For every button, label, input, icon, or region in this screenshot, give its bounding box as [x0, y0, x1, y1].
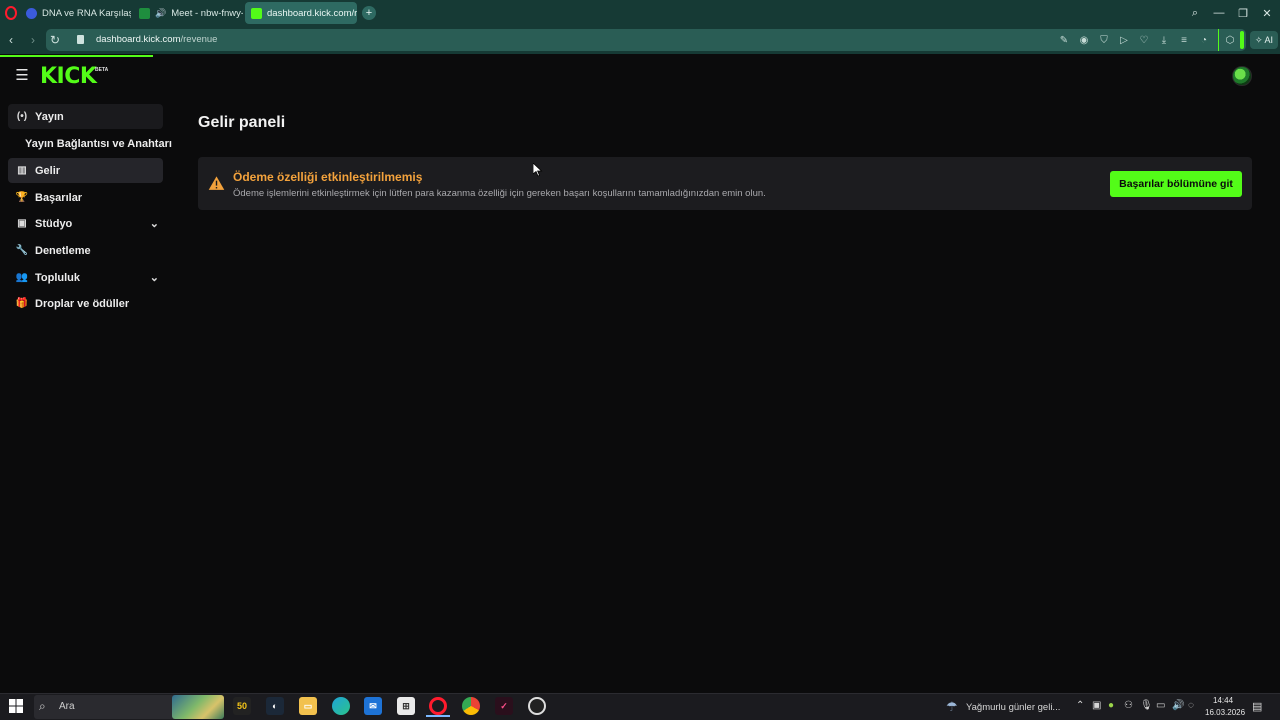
tray-usb-icon[interactable]: ⚇ [1124, 700, 1133, 711]
chevron-down-icon[interactable]: ⌄ [150, 271, 159, 284]
weather-text[interactable]: Yağmurlu günler geli... [966, 702, 1060, 713]
avatar[interactable] [1232, 66, 1252, 86]
close-icon[interactable]: ✕ [1258, 4, 1276, 22]
sidebar-item-denetleme[interactable]: 🔧 Denetleme [8, 238, 163, 263]
community-icon: 👥 [15, 272, 29, 283]
reload-icon[interactable]: ↻ [46, 31, 64, 49]
sidebar-item-label: Stüdyo [35, 217, 73, 230]
tab-dna-rna[interactable]: DNA ve RNA Karşılaştırma [20, 2, 131, 24]
mouse-cursor-icon [533, 163, 543, 177]
revenue-chart-icon: ▥ [17, 165, 27, 176]
forward-icon[interactable]: › [24, 31, 42, 49]
heart-icon[interactable]: ♡ [1137, 33, 1151, 47]
restore-icon[interactable]: ❐ [1234, 4, 1252, 22]
app-50-icon[interactable]: 50 [233, 697, 251, 715]
clock-time[interactable]: 14:44 [1213, 696, 1233, 705]
url-text[interactable]: dashboard.kick.com/revenue [96, 34, 217, 45]
tab-label: DNA ve RNA Karşılaştırma [42, 7, 131, 19]
sidebar-item-studyo[interactable]: ▣ Stüdyo ⌄ [8, 211, 163, 236]
broadcast-icon: (•) [16, 111, 28, 122]
search-tabs-icon[interactable]: ⌕ [1186, 4, 1204, 22]
sidebar-item-label: Gelir [35, 164, 61, 177]
edit-icon[interactable]: ✎ [1057, 33, 1071, 47]
chevron-down-icon[interactable]: ⌄ [150, 217, 159, 230]
tab-label: Meet - nbw-fnwy-nkr [171, 7, 243, 19]
sidebar-item-label: Başarılar [35, 191, 83, 204]
sidebar-item-gelir[interactable]: ▥ Gelir [8, 158, 163, 183]
extensions-icon[interactable]: ⬡ [1223, 33, 1237, 47]
volume-icon[interactable]: 🔊 [1172, 700, 1184, 711]
tab-meet[interactable]: 🔊 Meet - nbw-fnwy-nkr [133, 2, 243, 24]
ai-button[interactable]: ✧ AI [1250, 31, 1278, 49]
clock-date[interactable]: 16.03.2026 [1205, 708, 1245, 717]
tray-nvidia-icon[interactable]: ● [1108, 700, 1114, 711]
file-explorer-icon[interactable]: ▭ [299, 697, 317, 715]
beta-badge: BETA [95, 67, 109, 73]
studio-icon: ▣ [17, 218, 27, 229]
search-icon: ⌕ [39, 699, 46, 713]
camera-icon[interactable]: ◉ [1077, 33, 1091, 47]
new-tab-button[interactable]: + [362, 6, 376, 20]
tray-expand-icon[interactable]: ⌃ [1076, 700, 1084, 711]
back-icon[interactable]: ‹ [2, 31, 20, 49]
app-vee-icon[interactable]: ✓ [495, 697, 513, 715]
sidebar-item-yayin[interactable]: (•) Yayın [8, 104, 163, 129]
sidebar-item-label: Droplar ve ödüller [35, 297, 130, 310]
hamburger-menu-icon[interactable]: ☰ [14, 67, 30, 84]
gift-icon: 🎁 [15, 298, 29, 309]
chrome-icon[interactable] [462, 697, 480, 715]
sync-icon[interactable]: ◌ [1188, 700, 1194, 711]
url-host: dashboard.kick.com [96, 34, 181, 45]
tab-kick-dashboard[interactable]: dashboard.kick.com/reve [245, 2, 357, 24]
go-to-achievements-button[interactable]: Başarılar bölümüne git [1110, 171, 1242, 197]
shield-icon[interactable]: ⛉ [1097, 33, 1111, 47]
page-body [0, 57, 1280, 693]
sidebar-item-stream-key[interactable]: Yayın Bağlantısı ve Anahtarı [25, 138, 172, 150]
microphone-icon[interactable]: 🎙 [1140, 700, 1153, 711]
kick-favicon-icon [251, 7, 262, 19]
sidebar-indicator [1240, 31, 1244, 49]
windows-start-icon[interactable] [8, 698, 24, 714]
sidebar-item-label: Denetleme [35, 244, 91, 257]
obs-icon[interactable] [528, 697, 546, 715]
tab-favicon-icon [26, 7, 37, 19]
mail-icon[interactable]: ✉ [364, 697, 382, 715]
minimize-icon[interactable]: — [1210, 4, 1228, 22]
search-placeholder: Ara [59, 701, 75, 712]
profile-icon[interactable]: ◔ [1197, 33, 1211, 47]
network-icon[interactable]: ▭ [1156, 700, 1165, 711]
tab-label: dashboard.kick.com/reve [267, 7, 357, 19]
weather-rain-icon: ☂ [946, 699, 958, 714]
divider [1218, 29, 1219, 51]
store-icon[interactable]: ⊞ [397, 697, 415, 715]
ai-icon: ✧ [1254, 34, 1263, 45]
edge-icon[interactable] [332, 697, 350, 715]
sidebar-item-droplar[interactable]: 🎁 Droplar ve ödüller [8, 291, 163, 316]
alert-description: Ödeme işlemlerini etkinleştirmek için lü… [233, 188, 766, 199]
meet-favicon-icon [139, 7, 150, 19]
menu-icon[interactable]: ≡ [1177, 33, 1191, 47]
alert-title: Ödeme özelliği etkinleştirilmemiş [233, 170, 423, 184]
sidebar-item-topluluk[interactable]: 👥 Topluluk ⌄ [8, 265, 163, 290]
notification-icon[interactable]: ▤ [1252, 700, 1262, 713]
speaker-icon: 🔊 [155, 7, 167, 18]
sidebar-item-label: Yayın [35, 110, 64, 123]
sidebar-item-label: Topluluk [35, 271, 81, 284]
wrench-icon: 🔧 [15, 245, 29, 256]
warning-icon [208, 176, 225, 190]
lock-icon [77, 35, 84, 44]
steam-icon[interactable]: ◐ [266, 697, 284, 715]
search-highlight-image [172, 695, 224, 719]
opera-logo-icon[interactable] [5, 6, 17, 20]
trophy-icon: 🏆 [15, 192, 29, 203]
page-title: Gelir paneli [198, 114, 286, 131]
sidebar-item-basarilar[interactable]: 🏆 Başarılar [8, 185, 163, 210]
kick-logo[interactable]: KICK [40, 64, 97, 89]
opera-taskbar-icon[interactable] [426, 697, 450, 717]
play-icon[interactable]: ▷ [1117, 33, 1131, 47]
url-path: /revenue [180, 34, 218, 45]
tray-app-icon[interactable]: ▣ [1092, 700, 1101, 711]
ai-label: AI [1264, 35, 1274, 45]
download-icon[interactable]: ⤓ [1157, 33, 1171, 47]
